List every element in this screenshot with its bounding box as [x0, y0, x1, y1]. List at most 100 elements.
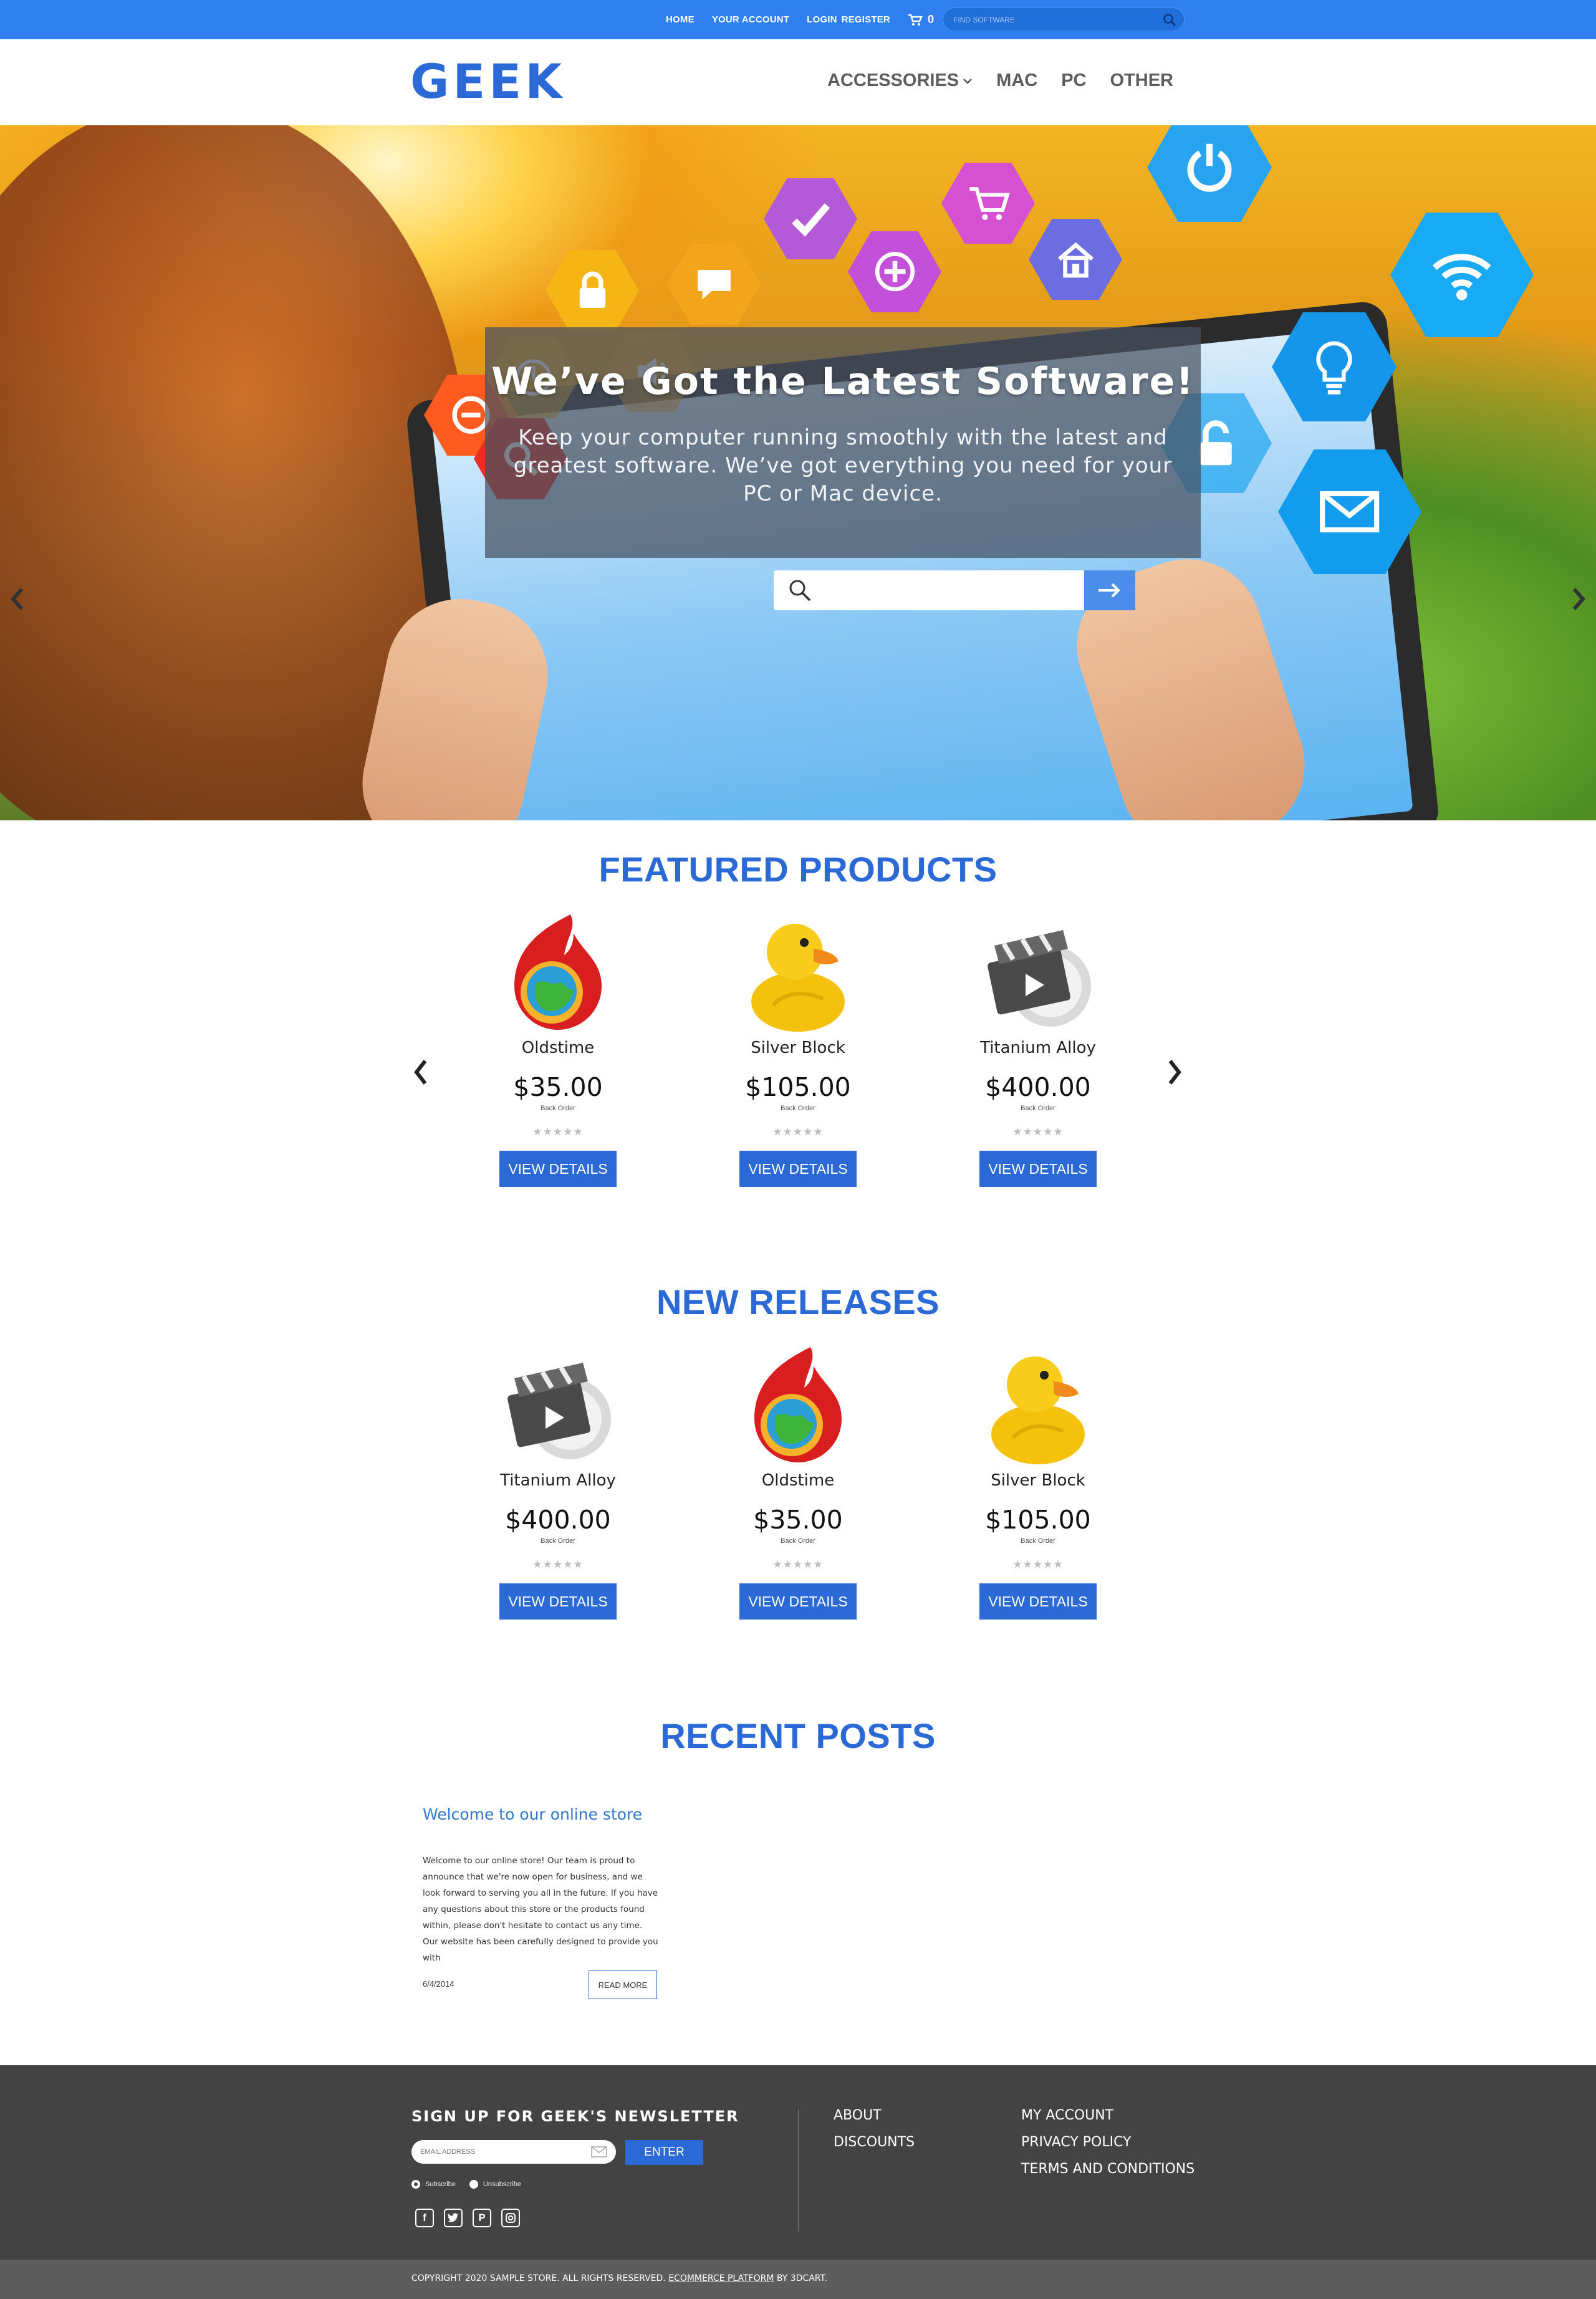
view-details-button[interactable]: VIEW DETAILS [739, 1583, 857, 1620]
nav-mac[interactable]: MAC [996, 70, 1037, 91]
view-details-button[interactable]: VIEW DETAILS [979, 1151, 1097, 1187]
top-search [943, 7, 1185, 31]
view-details-button[interactable]: VIEW DETAILS [499, 1583, 617, 1620]
featured-next-arrow[interactable] [1162, 1054, 1187, 1091]
main-nav: ACCESSORIES MAC PC OTHER [827, 70, 1173, 91]
unsubscribe-radio[interactable]: Unsubscribe [469, 2180, 521, 2189]
instagram-icon[interactable] [501, 2209, 520, 2227]
site-logo[interactable]: GEEK [410, 58, 565, 105]
product-stock-status: Back Order [1021, 1537, 1055, 1545]
product-stock-status: Back Order [781, 1105, 815, 1112]
featured-products-title: FEATURED PRODUCTS [598, 850, 998, 889]
footer-link-privacy-policy[interactable]: PRIVACY POLICY [1021, 2134, 1195, 2150]
facebook-icon[interactable]: f [415, 2209, 434, 2227]
post-date: 6/4/2014 [423, 1979, 454, 1989]
view-details-button[interactable]: VIEW DETAILS [739, 1151, 857, 1187]
copyright-prefix: COPYRIGHT 2020 SAMPLE STORE. ALL RIGHTS … [411, 2273, 666, 2283]
top-nav: HOME YOUR ACCOUNT LOGIN REGISTER 0 [666, 0, 934, 39]
rubber-duck-icon[interactable] [736, 911, 860, 1036]
product-stock-status: Back Order [781, 1537, 815, 1545]
home-icon [1029, 219, 1122, 300]
product-stock-status: Back Order [1021, 1105, 1055, 1112]
chevron-left-icon [414, 1060, 427, 1085]
footer-link-discounts[interactable]: DISCOUNTS [834, 2134, 915, 2150]
product-card: Titanium Alloy $400.00 Back Order ★★★★★ … [464, 1344, 651, 1620]
hero-prev-arrow[interactable] [5, 580, 30, 618]
chevron-right-icon [1168, 1060, 1181, 1085]
product-price: $35.00 [753, 1505, 843, 1535]
plus-icon [848, 231, 941, 312]
power-icon [1147, 125, 1272, 222]
search-icon[interactable] [1163, 13, 1176, 27]
flame-globe-icon[interactable] [736, 1344, 860, 1469]
post-excerpt: Welcome to our online store! Our team is… [423, 1856, 658, 1963]
hero-title: We’ve Got the Latest Software! [491, 360, 1195, 403]
wifi-icon [1390, 213, 1534, 337]
cart-hex-icon [941, 163, 1035, 244]
hero-search-submit-button[interactable] [1084, 570, 1135, 610]
subscribe-options: Subscribe Unsubscribe [411, 2180, 521, 2189]
product-name[interactable]: Silver Block [945, 1471, 1132, 1490]
flame-globe-icon[interactable] [496, 911, 620, 1036]
copyright-bar: COPYRIGHT 2020 SAMPLE STORE. ALL RIGHTS … [0, 2260, 1596, 2299]
copyright-suffix: BY 3DCART. [776, 2273, 827, 2283]
product-card: Oldstime $35.00 Back Order ★★★★★ VIEW DE… [464, 911, 651, 1187]
hero-banner: We’ve Got the Latest Software! Keep your… [0, 125, 1596, 820]
clapperboard-icon[interactable] [496, 1344, 620, 1469]
chevron-right-icon [1572, 588, 1585, 610]
clapperboard-icon[interactable] [976, 911, 1100, 1036]
view-details-button[interactable]: VIEW DETAILS [499, 1151, 617, 1187]
product-rating-stars: ★★★★★ [772, 1126, 824, 1138]
chevron-down-icon [963, 78, 973, 84]
ecommerce-platform-link[interactable]: ECOMMERCE PLATFORM [668, 2273, 774, 2283]
top-bar: HOME YOUR ACCOUNT LOGIN REGISTER 0 [0, 0, 1596, 39]
nav-accessories[interactable]: ACCESSORIES [827, 70, 973, 91]
product-price: $105.00 [985, 1505, 1091, 1535]
new-releases-title: NEW RELEASES [656, 1282, 940, 1322]
product-name[interactable]: Oldstime [704, 1471, 892, 1490]
footer-link-terms[interactable]: TERMS AND CONDITIONS [1021, 2161, 1195, 2177]
product-name[interactable]: Titanium Alloy [464, 1471, 651, 1490]
your-account-link[interactable]: YOUR ACCOUNT [712, 14, 789, 25]
rubber-duck-icon[interactable] [976, 1344, 1100, 1469]
product-rating-stars: ★★★★★ [532, 1558, 584, 1570]
pinterest-icon[interactable]: P [473, 2209, 491, 2227]
newsletter-enter-button[interactable]: ENTER [625, 2140, 703, 2165]
product-price: $35.00 [513, 1072, 603, 1102]
newsletter-title: SIGN UP FOR GEEK'S NEWSLETTER [411, 2108, 739, 2125]
twitter-icon[interactable] [444, 2209, 463, 2227]
register-link[interactable]: REGISTER [842, 14, 890, 25]
featured-prev-arrow[interactable] [408, 1054, 433, 1091]
check-icon [764, 178, 857, 259]
product-name[interactable]: Titanium Alloy [945, 1039, 1132, 1057]
subscribe-radio[interactable]: Subscribe [411, 2180, 456, 2189]
product-card: Titanium Alloy $400.00 Back Order ★★★★★ … [945, 911, 1132, 1187]
product-name[interactable]: Oldstime [464, 1039, 651, 1057]
hero-next-arrow[interactable] [1566, 580, 1591, 618]
hero-search [774, 570, 1135, 610]
footer-link-about[interactable]: ABOUT [834, 2108, 915, 2123]
view-details-button[interactable]: VIEW DETAILS [979, 1583, 1097, 1620]
cart-button[interactable]: 0 [908, 13, 934, 26]
hero-subtitle: Keep your computer running smoothly with… [513, 425, 1173, 506]
login-register-group: LOGIN REGISTER [807, 14, 890, 25]
top-search-input[interactable] [953, 13, 1153, 27]
nav-pc[interactable]: PC [1061, 70, 1086, 91]
nav-accessories-label: ACCESSORIES [827, 70, 959, 90]
arrow-right-icon [1098, 583, 1120, 598]
newsletter-email-field[interactable] [411, 2140, 616, 2164]
nav-other[interactable]: OTHER [1110, 70, 1174, 91]
product-name[interactable]: Silver Block [704, 1039, 892, 1057]
post-title[interactable]: Welcome to our online store [423, 1805, 642, 1823]
social-links: f P [415, 2209, 520, 2227]
radio-unselected [469, 2180, 478, 2189]
chevron-left-icon [11, 588, 24, 610]
read-more-button[interactable]: READ MORE [589, 1970, 657, 1999]
footer-link-my-account[interactable]: MY ACCOUNT [1021, 2108, 1195, 2123]
product-card: Oldstime $35.00 Back Order ★★★★★ VIEW DE… [704, 1344, 892, 1620]
product-stock-status: Back Order [541, 1537, 575, 1545]
hero-search-input[interactable] [824, 578, 1073, 603]
product-price: $105.00 [745, 1072, 851, 1102]
login-link[interactable]: LOGIN [807, 14, 837, 25]
home-link[interactable]: HOME [666, 14, 695, 25]
